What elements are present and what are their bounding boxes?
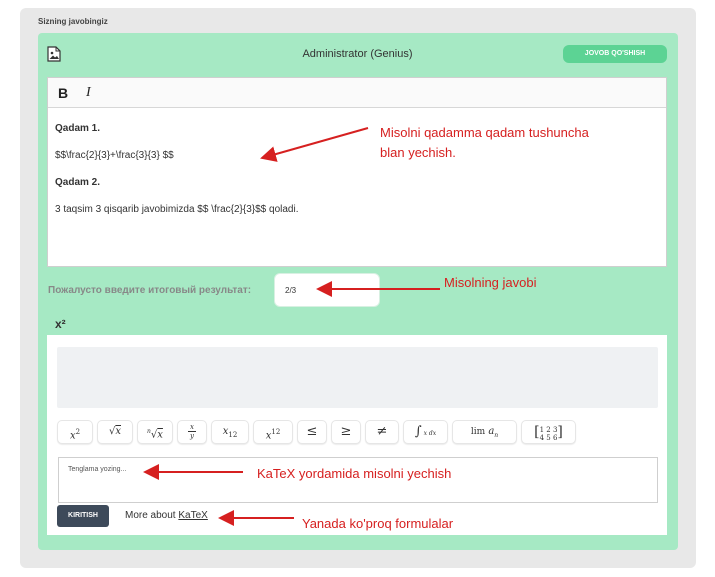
annotation-katex: KaTeX yordamida misolni yechish: [257, 466, 452, 481]
annotation-arrow-steps: [260, 127, 369, 162]
annotation-answer: Misolning javobi: [444, 275, 537, 290]
annotation-step-by-step-2: blan yechish.: [380, 145, 456, 160]
annotation-arrows: [143, 127, 440, 526]
annotation-step-by-step-1: Misolni qadamma qadam tushuncha: [380, 125, 589, 140]
annotation-more-formulas: Yanada ko'proq formulalar: [302, 516, 454, 531]
